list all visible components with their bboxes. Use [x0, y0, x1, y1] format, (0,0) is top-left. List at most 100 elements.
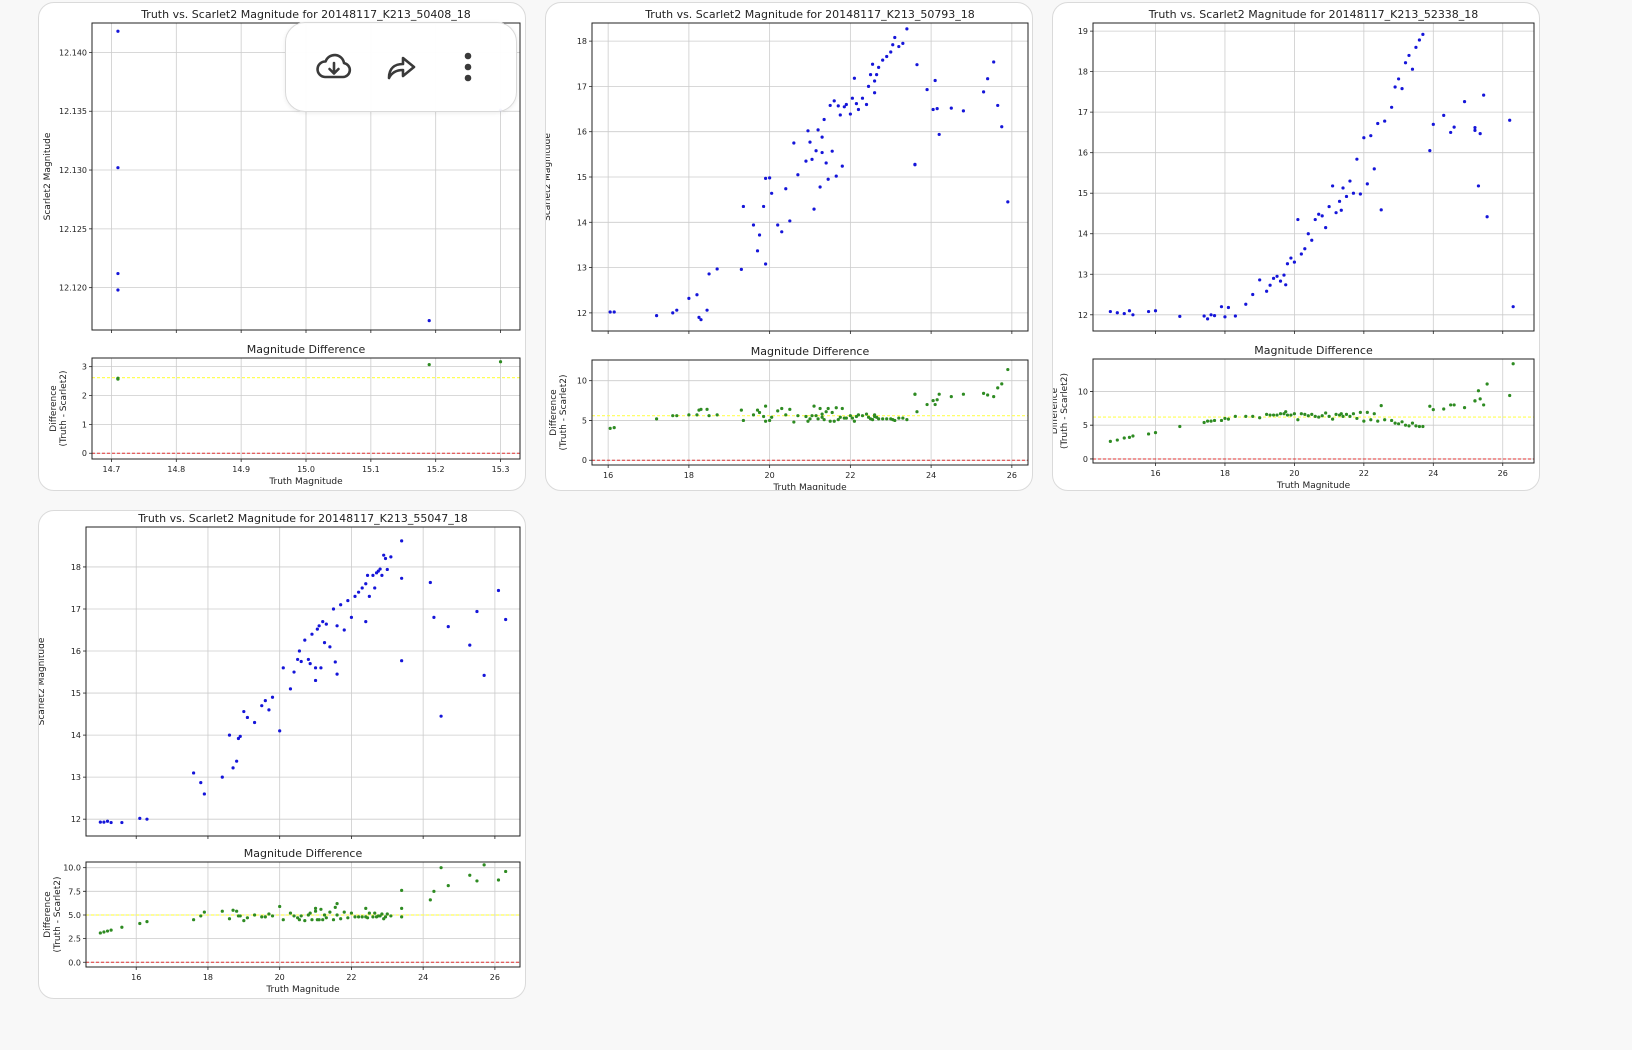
c2-diff-point: [913, 392, 917, 396]
c2-point: [812, 207, 816, 211]
c4-point: [303, 638, 307, 642]
c3-point: [1482, 93, 1486, 97]
c3-diff-point: [1334, 412, 1338, 416]
c4-diff-point: [313, 906, 318, 910]
c4-xtick-label: 20: [275, 973, 285, 982]
cloud-download-icon[interactable]: [310, 43, 358, 91]
c3-point: [1417, 38, 1422, 42]
c2-diff-point: [608, 426, 612, 431]
c4-point: [260, 704, 264, 708]
c1-diff-ytick-label: 3: [82, 363, 87, 372]
c3-diff-point: [1115, 438, 1119, 442]
c3-diff-ytick-label: 0: [1083, 455, 1088, 464]
c3-point: [1131, 313, 1135, 317]
c3-xtick-label: 22: [1359, 469, 1369, 478]
c3-scatter-panel: 12 13 14 15 16 17 18 19: [1078, 22, 1535, 334]
c2-diff-point: [705, 407, 709, 411]
c2-point: [986, 77, 990, 81]
c4-diff-point: [400, 906, 404, 910]
c1-point: [116, 29, 120, 33]
c2-diff-ytick-label: 10: [577, 377, 587, 386]
c3-diff-point: [1285, 413, 1290, 417]
c3-point: [1379, 208, 1383, 212]
c3-point: [1289, 256, 1293, 260]
c2-diff-point: [856, 413, 861, 417]
c3-point: [1265, 289, 1269, 293]
c4-diff-point: [322, 913, 327, 917]
c4-diff-point: [242, 919, 246, 923]
c4-diff-point: [303, 919, 307, 923]
c3-point: [1233, 314, 1237, 318]
c4-diff-point: [109, 928, 113, 932]
c4-diff-point: [120, 925, 124, 929]
c2-diff-point: [864, 412, 869, 416]
c3-diff-point: [1265, 412, 1269, 416]
c4-point: [364, 582, 368, 586]
c2-diff-point: [822, 418, 826, 422]
c4-point: [439, 714, 443, 718]
c3-point: [1313, 217, 1317, 222]
c4-xtick-label: 18: [203, 973, 213, 982]
c4-diff-point: [270, 914, 275, 918]
c4-diff-ytick-label: 5.0: [68, 911, 81, 920]
c4-xtick-label: 26: [490, 973, 500, 982]
c2-point: [770, 191, 774, 195]
c2-diff-point: [776, 409, 780, 413]
c2-point: [852, 76, 857, 80]
c3-point: [1337, 199, 1342, 203]
c3-point: [1396, 77, 1401, 81]
c4-point: [270, 695, 275, 699]
c4-diff-ylabel-sub: (Truth - Scarlet2): [53, 877, 63, 953]
c1-point: [427, 318, 431, 323]
c4-point: [482, 673, 486, 678]
c3-diff-point: [1365, 410, 1369, 414]
c3-diff-point: [1292, 412, 1297, 416]
c3-point: [1282, 273, 1286, 277]
c2-diff-point: [707, 414, 711, 418]
c4-point: [105, 819, 110, 823]
c2-diff-point: [810, 414, 814, 418]
c4-point: [400, 659, 404, 663]
c4-point: [342, 628, 346, 632]
c2-point: [840, 164, 844, 168]
c4-diff-point: [380, 912, 384, 916]
c2-point: [612, 310, 616, 314]
c3-point: [1407, 53, 1411, 58]
c2-diff-point: [852, 419, 857, 423]
c4-diff-point: [231, 908, 235, 912]
c1-xtick-label: 14.7: [103, 465, 121, 474]
c4-point: [446, 625, 450, 629]
c4-point: [313, 666, 318, 670]
c2-ylabel: Scarlet2 Magnitude: [546, 133, 553, 221]
c2-diff-point: [844, 416, 848, 420]
c2-point: [889, 50, 893, 54]
c2-point: [872, 79, 877, 83]
c2-point: [792, 141, 796, 145]
c2-point: [1006, 200, 1010, 204]
c2-point: [768, 176, 772, 180]
c3-point: [1306, 232, 1310, 236]
c2-point: [872, 91, 877, 95]
c2-diff-point: [741, 418, 745, 423]
c4-diff-point: [346, 916, 350, 920]
c3-point: [1369, 134, 1373, 138]
c2-ytick-label: 16: [577, 128, 587, 137]
c2-diff-point: [715, 413, 719, 417]
c2-point: [814, 149, 818, 153]
c3-point: [1442, 113, 1446, 117]
c4-diff-point: [373, 911, 377, 915]
c3-diff-ylabel-sub: (Truth - Scarlet2): [1060, 373, 1070, 449]
c4-point: [380, 573, 384, 577]
c4-diff-point: [400, 888, 404, 892]
c3-diff-point: [1268, 413, 1272, 417]
c2-point: [828, 103, 832, 108]
c2-point: [705, 308, 709, 312]
c2-point: [992, 60, 996, 64]
c4-diff-point: [324, 916, 328, 920]
c2-diff-point: [949, 394, 953, 399]
more-vertical-icon[interactable]: [444, 43, 492, 91]
c3-point: [1428, 149, 1432, 153]
share-arrow-icon[interactable]: [377, 43, 425, 91]
c4-ytick-label: 17: [71, 605, 81, 614]
c3-diff-panel: 0 5 10 16 18 20 22 24 26: [1078, 358, 1535, 478]
